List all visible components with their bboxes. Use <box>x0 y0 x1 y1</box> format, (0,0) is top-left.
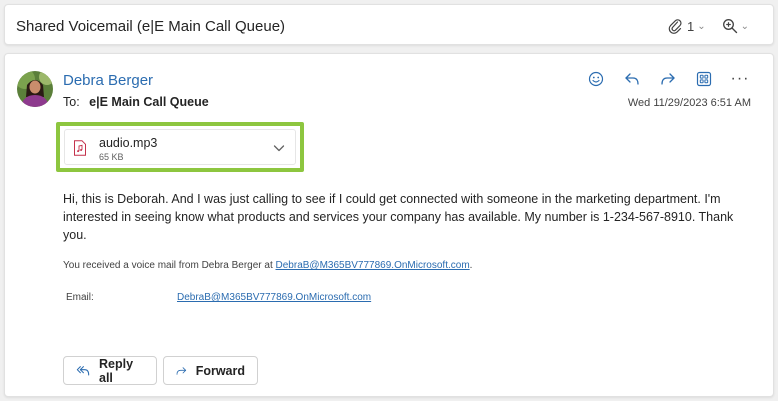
message-actions: ··· <box>585 68 751 90</box>
more-button[interactable]: ··· <box>729 68 751 90</box>
paperclip-icon <box>668 19 682 34</box>
email-link[interactable]: DebraB@M365BV777869.OnMicrosoft.com <box>177 292 371 303</box>
avatar[interactable] <box>17 71 53 107</box>
recipient[interactable]: e|E Main Call Queue <box>89 95 209 109</box>
message-date: Wed 11/29/2023 6:51 AM <box>627 97 751 109</box>
notice-suffix: . <box>469 260 473 271</box>
to-label: To: <box>63 95 80 109</box>
emoji-button[interactable] <box>585 68 607 90</box>
subject-title: Shared Voicemail (e|E Main Call Queue) <box>16 18 286 35</box>
attachment-name: audio.mp3 <box>99 136 158 150</box>
chevron-down-icon: ⌄ <box>697 20 706 32</box>
email-label: Email: <box>66 292 94 303</box>
forward-icon <box>661 73 675 85</box>
notice-email-link[interactable]: DebraB@M365BV777869.OnMicrosoft.com <box>276 260 470 271</box>
chevron-down-icon[interactable] <box>273 142 285 154</box>
subject-bar: Shared Voicemail (e|E Main Call Queue) 1… <box>4 4 774 45</box>
forward-footer-button[interactable]: Forward <box>163 356 258 385</box>
forward-label: Forward <box>195 363 245 378</box>
message-body: Hi, this is Deborah. And I was just call… <box>63 192 734 242</box>
notice-prefix: You received a voice mail from Debra Ber… <box>63 260 276 271</box>
attachment-highlight: audio.mp3 65 KB <box>56 122 304 172</box>
reply-all-label: Reply all <box>99 356 134 385</box>
subject-tools: 1 ⌄ ⌄ <box>668 17 749 35</box>
attachment-card[interactable]: audio.mp3 65 KB <box>64 129 296 165</box>
apps-button[interactable] <box>693 68 715 90</box>
forward-icon <box>176 366 187 375</box>
apps-icon <box>696 71 712 87</box>
reply-button[interactable] <box>621 68 643 90</box>
attachment-size: 65 KB <box>99 152 124 162</box>
to-line: To: e|E Main Call Queue <box>63 95 209 109</box>
sender-name[interactable]: Debra Berger <box>63 72 153 89</box>
more-icon: ··· <box>730 70 750 87</box>
zoom-button[interactable]: ⌄ <box>722 18 749 34</box>
reply-all-button[interactable]: Reply all <box>63 356 157 385</box>
attachment-count: 1 <box>686 18 695 34</box>
reply-all-icon <box>76 365 90 375</box>
chevron-down-icon: ⌄ <box>740 20 749 32</box>
emoji-icon <box>588 71 604 87</box>
zoom-icon <box>722 19 737 34</box>
attachments-button[interactable]: 1 ⌄ <box>668 18 706 34</box>
reply-icon <box>625 73 639 85</box>
audio-file-icon <box>74 140 86 156</box>
message-card: Debra Berger To: e|E Main Call Queue ···… <box>4 53 774 397</box>
voicemail-notice: You received a voice mail from Debra Ber… <box>63 260 472 271</box>
forward-button[interactable] <box>657 68 679 90</box>
